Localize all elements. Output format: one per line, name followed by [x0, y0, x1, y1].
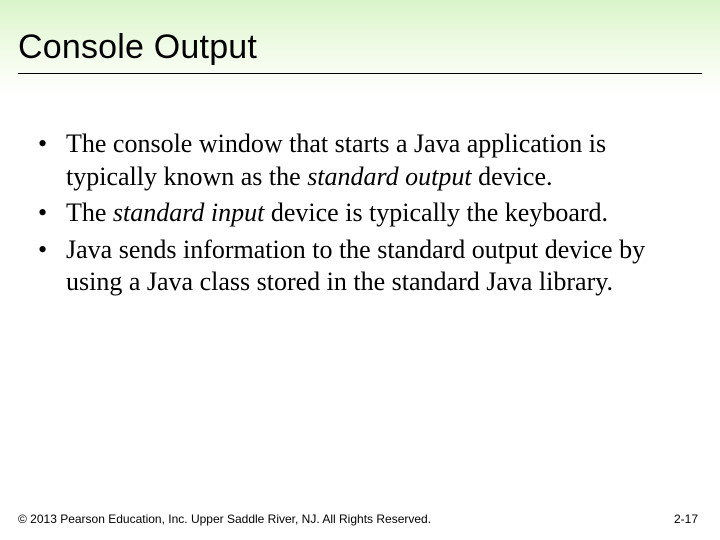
- bullet-text-em: standard input: [113, 198, 264, 227]
- copyright-footer: © 2013 Pearson Education, Inc. Upper Sad…: [18, 512, 431, 526]
- bullet-text-em: standard output: [307, 162, 471, 191]
- header-band: Console Output: [0, 0, 720, 96]
- title-underline: [18, 73, 702, 74]
- bullet-item: Java sends information to the standard o…: [38, 234, 682, 299]
- page-number: 2-17: [674, 512, 698, 526]
- bullet-item: The console window that starts a Java ap…: [38, 128, 682, 193]
- bullet-item: The standard input device is typically t…: [38, 197, 682, 230]
- bullet-text-pre: The: [66, 198, 113, 227]
- bullet-list: The console window that starts a Java ap…: [38, 128, 682, 299]
- bullet-text-pre: Java sends information to the standard o…: [66, 235, 645, 297]
- slide-title: Console Output: [18, 28, 702, 67]
- bullet-text-post: device.: [472, 162, 553, 191]
- bullet-text-post: device is typically the keyboard.: [264, 198, 608, 227]
- slide: Console Output The console window that s…: [0, 0, 720, 540]
- slide-body: The console window that starts a Java ap…: [0, 96, 720, 299]
